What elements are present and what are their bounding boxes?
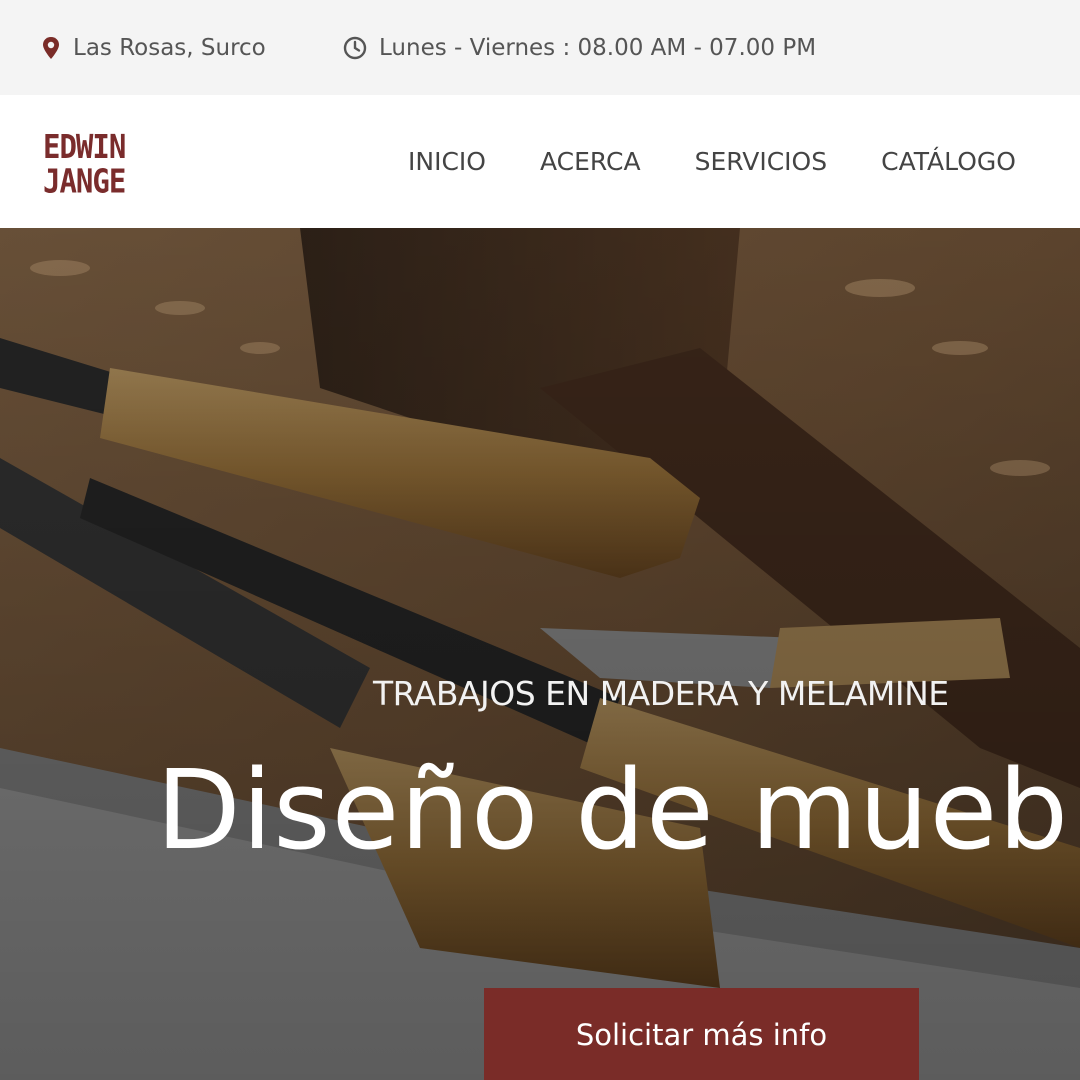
location-info: Las Rosas, Surco [41, 0, 266, 95]
nav-item-inicio[interactable]: INICIO [408, 147, 486, 176]
nav-item-acerca[interactable]: ACERCA [540, 147, 641, 176]
main-nav: INICIO ACERCA SERVICIOS CATÁLOGO [408, 95, 1070, 228]
map-pin-icon [43, 36, 59, 59]
logo-line-2: JANGE [43, 161, 126, 201]
clock-icon [343, 36, 367, 59]
hours-text: Lunes - Viernes : 08.00 AM - 07.00 PM [379, 34, 817, 61]
top-info-bar: Las Rosas, Surco Lunes - Viernes : 08.00… [0, 0, 1080, 95]
hero-background-image [0, 228, 1080, 1080]
site-header: EDWIN JANGE INICIO ACERCA SERVICIOS CATÁ… [0, 95, 1080, 228]
hero-kicker: TRABAJOS EN MADERA Y MELAMINE [373, 674, 949, 713]
hero-title: Diseño de mueb [156, 746, 1070, 874]
nav-item-servicios[interactable]: SERVICIOS [695, 147, 828, 176]
hours-info: Lunes - Viernes : 08.00 AM - 07.00 PM [343, 0, 816, 95]
request-info-button[interactable]: Solicitar más info [484, 988, 919, 1080]
hero-section: TRABAJOS EN MADERA Y MELAMINE Diseño de … [0, 228, 1080, 1080]
site-logo[interactable]: EDWIN JANGE [43, 126, 126, 201]
logo-line-1: EDWIN [43, 126, 126, 166]
nav-item-catalogo[interactable]: CATÁLOGO [881, 147, 1016, 176]
location-text: Las Rosas, Surco [73, 34, 266, 61]
